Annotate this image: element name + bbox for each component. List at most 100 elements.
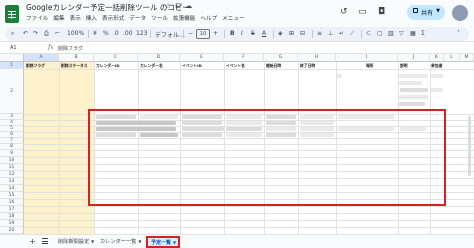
search-menus-icon[interactable]: ⌕ [11,30,14,38]
column-header-h[interactable]: H [298,54,336,62]
star-icon[interactable]: ☆ [165,2,171,10]
row-header-16[interactable]: 16 [0,199,24,206]
column-header-b[interactable]: B [59,54,94,62]
borders-icon[interactable]: ⊞ [289,30,294,37]
header-start-time[interactable]: 開始日時 [266,63,281,69]
row-header-1[interactable]: 1 [0,62,24,69]
merge-cells-icon[interactable]: ⊟ [300,30,305,37]
select-all-corner[interactable] [0,54,24,62]
collapse-toolbar-icon[interactable]: ˄ [457,30,460,37]
text-rotation-icon[interactable]: ⟋ [350,30,354,38]
sheet-tab-event-list[interactable]: 予定一覧 ▼ [146,236,180,248]
header-calendar-name[interactable]: カレンダー名 [140,63,163,69]
font-select[interactable]: デフォル… [155,30,185,39]
share-button[interactable]: 共有 ▼ [407,5,445,20]
video-call-icon[interactable]: ◘ [378,7,385,17]
column-header-f[interactable]: F [224,54,264,62]
sheet-tab-delete-period[interactable]: 削除期間設定 ▼ [58,238,94,245]
undo-icon[interactable]: ↶ [23,30,28,37]
bold-button[interactable]: B [230,30,235,37]
row-header-20[interactable]: 20 [0,227,24,234]
fill-color-icon[interactable]: ◈ [278,30,283,37]
column-header-d[interactable]: D [138,54,180,62]
row-header-14[interactable]: 14 [0,185,24,192]
header-event-name[interactable]: イベント名 [226,63,245,69]
text-color-button[interactable]: A [262,30,266,37]
menu-custom[interactable]: メニュー [222,16,244,22]
vertical-align-icon[interactable]: ⊥ [328,30,333,37]
row-header-11[interactable]: 11 [0,164,24,171]
column-header-c[interactable]: C [94,54,138,62]
font-size-input[interactable]: 10 [196,29,210,39]
column-header-l[interactable]: L [444,54,460,62]
menu-extensions[interactable]: 拡張機能 [173,16,195,22]
italic-button[interactable]: I [241,30,243,37]
strikethrough-button[interactable]: S [251,30,255,37]
insert-link-icon[interactable]: ⊂ [366,30,371,37]
row-header-12[interactable]: 12 [0,171,24,178]
row-header-10[interactable]: 10 [0,157,24,164]
horizontal-align-icon[interactable]: ≡ [317,30,322,37]
increase-decimal-button[interactable]: .00 [123,30,133,37]
row-header-19[interactable]: 19 [0,220,24,227]
filter-views-icon[interactable]: ▦ [410,30,416,37]
header-delete-flag[interactable]: 削除フラグ [26,63,45,69]
row-header-2[interactable]: 2 [0,69,24,114]
menu-insert[interactable]: 挿入 [86,16,97,22]
menu-data[interactable]: データ [129,16,146,22]
history-icon[interactable]: ↺ [340,7,348,17]
row-header-9[interactable]: 9 [0,150,24,157]
row-header-17[interactable]: 17 [0,206,24,213]
header-calendar-id[interactable]: カレンダーID [96,63,120,69]
add-sheet-icon[interactable]: + [29,237,36,246]
row-header-15[interactable]: 15 [0,192,24,199]
menu-tools[interactable]: ツール [151,16,168,22]
column-header-e[interactable]: E [180,54,224,62]
header-event-id[interactable]: イベントID [182,63,202,69]
header-attendees[interactable]: 参加者 [431,63,442,69]
font-size-increase-button[interactable]: + [213,30,218,37]
text-wrap-icon[interactable]: ↵ [339,30,344,37]
column-header-a[interactable]: A [24,54,59,62]
comment-icon[interactable]: ▭ [358,7,367,17]
print-icon[interactable]: ⎙ [44,30,49,38]
sheets-logo-icon[interactable] [5,5,19,23]
menu-help[interactable]: ヘルプ [200,16,217,22]
menu-file[interactable]: ファイル [26,16,48,22]
redo-icon[interactable]: ↷ [33,30,38,37]
menu-format[interactable]: 表示形式 [102,16,124,22]
decrease-decimal-button[interactable]: .0 [113,30,119,37]
column-header-g[interactable]: G [264,54,298,62]
column-header-j[interactable]: J [398,54,430,62]
menu-edit[interactable]: 編集 [53,16,64,22]
spreadsheet-grid[interactable]: A B C D E F G H I J K L M 1 2 3 4 5 6 7 … [0,54,474,234]
zoom-select[interactable]: 100% [67,30,84,37]
insert-chart-icon[interactable]: ▥ [388,30,394,37]
row-header-13[interactable]: 13 [0,178,24,185]
sheet-tab-calendar-list[interactable]: カレンダー一覧 ▼ [100,238,141,245]
header-end-time[interactable]: 終了日時 [300,63,315,69]
formula-input[interactable]: 削除フラグ [58,45,83,52]
header-location[interactable]: 場所 [366,63,374,69]
functions-icon[interactable]: Σ [421,30,425,37]
column-header-i[interactable]: I [336,54,398,62]
header-delete-status[interactable]: 削除ステータス [61,63,88,69]
currency-format-button[interactable]: ¥ [93,30,97,37]
vertical-scrollbar[interactable] [468,116,471,176]
column-header-m[interactable]: M [460,54,474,62]
more-formats-button[interactable]: 123 [136,30,147,37]
insert-comment-icon[interactable]: ▢ [377,30,383,37]
header-description[interactable]: 説明 [400,63,408,69]
all-sheets-icon[interactable] [42,238,48,244]
percent-format-button[interactable]: % [103,30,109,37]
name-box[interactable]: A1 [10,45,17,51]
font-size-decrease-button[interactable]: − [188,30,193,37]
move-folder-icon[interactable]: ⊡ [175,2,181,10]
menu-view[interactable]: 表示 [70,16,81,22]
avatar[interactable] [452,5,468,21]
row-header-18[interactable]: 18 [0,213,24,220]
cloud-status-icon[interactable]: ☁ [185,2,192,10]
paint-format-icon[interactable]: ⌐ [55,30,60,37]
filter-icon[interactable]: ▽ [399,30,404,37]
column-header-k[interactable]: K [430,54,444,62]
